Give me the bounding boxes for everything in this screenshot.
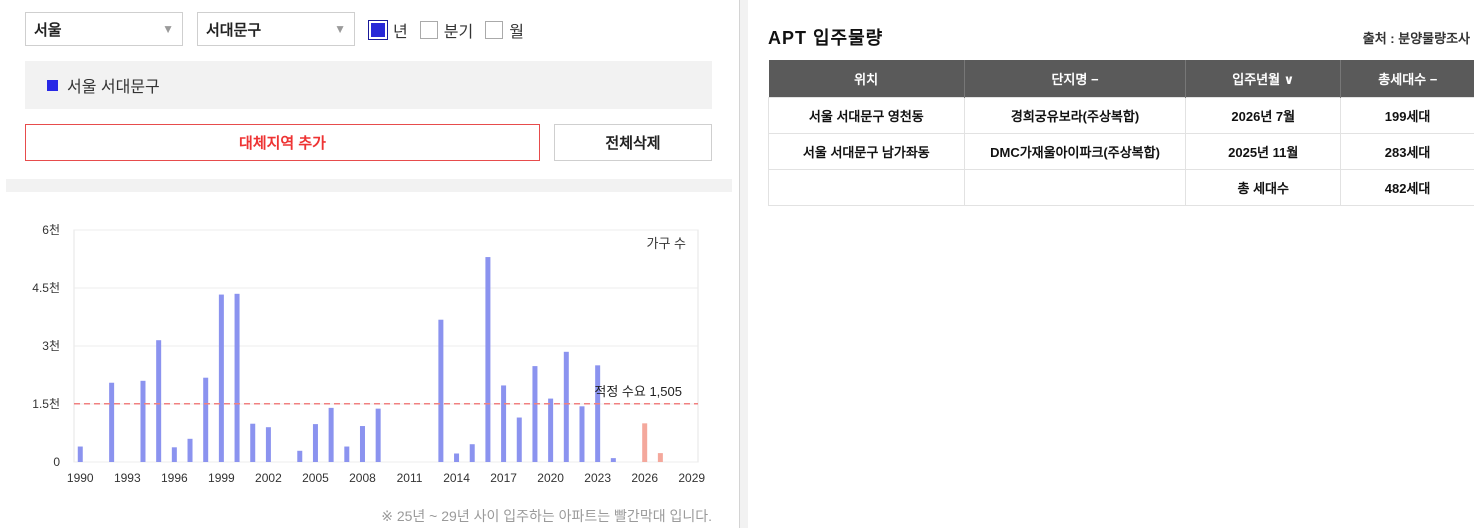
x-tick-label: 2002 [255,471,282,485]
total-value: 482세대 [1340,168,1474,206]
x-tick-label: 2026 [631,471,658,485]
bar [250,423,256,462]
y-tick-label: 0 [53,455,60,469]
table-total-row: 총 세대수 482세대 [768,168,1474,206]
y-axis-label: 가구 수 [647,236,687,251]
cell-total-units: 283세대 [1340,132,1474,170]
table-row: 서울 서대문구 영천동 경희궁유보라(주상복합) 2026년 7월 199세대 [768,96,1474,134]
cell-complex-name: DMC가재울아이파크(주상복합) [963,132,1187,170]
cell-location: 서울 서대문구 남가좌동 [768,132,965,170]
cell-complex-name: 경희궁유보라(주상복합) [963,96,1187,134]
cell-empty [768,168,965,206]
x-tick-label: 2029 [678,471,705,485]
district-select-value: 서대문구 [206,21,262,39]
bar [218,294,224,462]
dropdown-arrow-icon: ▼ [334,22,346,36]
total-label: 총 세대수 [1185,168,1342,206]
bar [187,438,193,462]
bar [234,293,240,462]
x-tick-label: 2020 [537,471,564,485]
bar [438,319,444,462]
district-select[interactable]: 서대문구 ▼ [197,12,355,46]
col-location: 위치 [768,60,965,97]
x-tick-label: 1999 [208,471,235,485]
x-tick-label: 1990 [67,471,94,485]
x-tick-label: 2005 [302,471,329,485]
x-tick-label: 1996 [161,471,188,485]
y-tick-label: 4.5천 [32,280,60,295]
bar [579,406,585,462]
dropdown-arrow-icon: ▼ [162,22,174,36]
add-region-button[interactable]: 대체지역 추가 [25,124,540,161]
left-panel: 서울 ▼ 서대문구 ▼ 년 분기 월 서울 서대문구 대체지역 추가 전체삭제 … [0,0,748,528]
bar [359,426,365,462]
bar [610,458,616,462]
bar [532,366,538,462]
cell-move-in-date: 2026년 7월 [1185,96,1342,134]
region-select[interactable]: 서울 ▼ [25,12,183,46]
bar [516,417,522,462]
legend-label: 서울 서대문구 [67,79,160,96]
col-move-in-date[interactable]: 입주년월 ∨ [1185,60,1342,97]
table-header-row: 위치 단지명 − 입주년월 ∨ 총세대수 − [768,60,1474,97]
bar [156,340,162,462]
month-checkbox[interactable] [485,21,504,39]
future-bar [642,423,648,462]
bar [203,377,209,462]
bar [469,444,475,462]
bar [548,398,554,462]
year-checkbox[interactable] [368,20,388,40]
section-divider [6,179,732,192]
cell-empty [963,168,1187,206]
table-row: 서울 서대문구 남가좌동 DMC가재울아이파크(주상복합) 2025년 11월 … [768,132,1474,170]
x-tick-label: 2014 [443,471,470,485]
supply-chart-svg: 0 1.5천 3천 4.5천 6천 1990 1993 1996 1999 2002 2005 200… [32,222,705,485]
supply-table: 위치 단지명 − 입주년월 ∨ 총세대수 − 서울 서대문구 영천동 경희궁유보… [768,60,1474,206]
future-bar [657,453,663,462]
x-tick-label: 2017 [490,471,517,485]
col-complex-name[interactable]: 단지명 − [964,60,1187,97]
y-tick-label: 6천 [42,222,60,237]
col-total-units[interactable]: 총세대수 − [1340,60,1474,97]
bar [77,446,83,462]
region-select-value: 서울 [34,21,62,39]
quarter-label: 분기 [443,24,474,41]
bar [485,257,491,462]
quarter-checkbox[interactable] [419,21,438,39]
bar [344,446,350,462]
bar [297,450,303,462]
bar [595,365,601,462]
bar [454,453,460,462]
y-tick-label: 1.5천 [32,396,60,411]
cell-total-units: 199세대 [1340,96,1474,134]
bar [140,380,146,462]
x-tick-label: 1993 [114,471,141,485]
bar [563,351,569,462]
supply-chart: 0 1.5천 3천 4.5천 6천 1990 1993 1996 1999 2002 2005 200… [0,210,720,490]
period-options: 년 분기 월 [368,18,530,42]
clear-all-button[interactable]: 전체삭제 [554,124,712,161]
month-label: 월 [509,24,524,41]
source-label: 출처 : 분양물량조사 [1362,31,1470,46]
x-tick-label: 2011 [397,471,423,485]
region-legend: 서울 서대문구 [25,61,712,109]
cell-move-in-date: 2025년 11월 [1185,132,1342,170]
y-tick-label: 3천 [42,338,60,353]
legend-square-icon [47,79,58,91]
supply-title: APT 입주물량 [768,28,884,48]
chart-note: ※ 25년 ~ 29년 사이 입주하는 아파트는 빨간막대 입니다. [381,508,712,524]
bar [171,447,177,462]
x-tick-label: 2008 [349,471,376,485]
cell-location: 서울 서대문구 영천동 [768,96,965,134]
bar [328,407,334,462]
x-tick-label: 2023 [584,471,611,485]
bar [265,427,271,462]
bar [501,385,507,462]
bar [109,382,115,462]
reference-line-label: 적정 수요 1,505 [594,384,682,399]
bar [312,424,318,462]
bar [375,408,381,462]
year-label: 년 [393,24,408,41]
